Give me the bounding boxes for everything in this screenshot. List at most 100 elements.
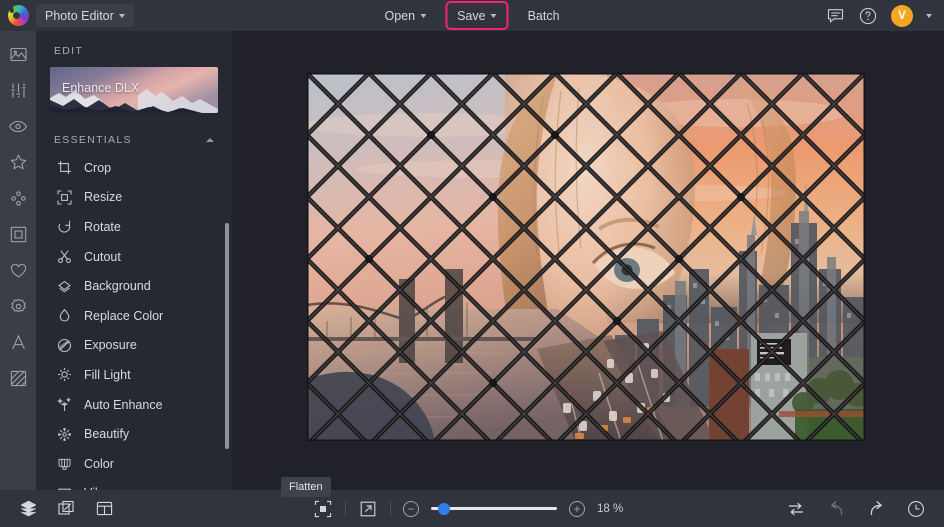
photo-editor-app: Photo Editor Open Save Batch V EDIT Enha… <box>0 0 944 527</box>
top-bar-right-actions: V <box>825 4 944 27</box>
bottom-bar: − + 18 % <box>0 490 944 527</box>
zoom-controls: − + 18 % <box>313 499 631 519</box>
rail-item-text[interactable] <box>7 331 29 353</box>
question-mark-icon[interactable] <box>858 6 878 26</box>
bottom-left-tools <box>0 499 114 519</box>
flatten-icon[interactable] <box>56 499 76 519</box>
chevron-down-icon <box>420 14 427 18</box>
rotate-icon <box>56 219 72 235</box>
sidebar-item-label: Color <box>84 456 114 471</box>
edit-sidebar: EDIT Enhance DLX ESSENTIALS Crop Resize … <box>36 31 232 490</box>
sidebar-scrollbar-thumb[interactable] <box>225 223 229 449</box>
sidebar-title: EDIT <box>54 45 84 57</box>
zoom-value: 18 % <box>597 502 624 515</box>
sidebar-item-label: Fill Light <box>84 367 131 382</box>
panel-grid-icon[interactable] <box>94 499 114 519</box>
promo-label: Enhance DLX <box>62 81 140 95</box>
top-bar: Photo Editor Open Save Batch V <box>0 0 944 31</box>
fill-light-icon <box>56 367 72 383</box>
avatar[interactable]: V <box>891 4 913 27</box>
sidebar-item-label: Cutout <box>84 249 121 264</box>
batch-button[interactable]: Batch <box>519 4 569 27</box>
open-button[interactable]: Open <box>375 4 435 27</box>
sidebar-item-resize[interactable]: Resize <box>36 183 232 213</box>
sidebar-item-label: Exposure <box>84 338 137 353</box>
sidebar-item-label: Crop <box>84 160 112 175</box>
save-label: Save <box>457 8 486 23</box>
product-menu-label: Photo Editor <box>45 8 114 23</box>
color-wheel-logo-icon <box>7 5 29 26</box>
zoom-out-button[interactable]: − <box>403 500 419 517</box>
sidebar-item-cutout[interactable]: Cutout <box>36 242 232 272</box>
layers-diamond-icon <box>56 278 72 294</box>
promo-card-enhance-dlx[interactable]: Enhance DLX <box>50 67 218 113</box>
undo-arrow-icon[interactable] <box>826 499 846 519</box>
zoom-slider[interactable] <box>431 502 557 515</box>
clock-history-icon[interactable] <box>906 499 926 519</box>
rail-item-stickers[interactable] <box>7 295 29 317</box>
sidebar-item-replace-color[interactable]: Replace Color <box>36 301 232 331</box>
beautify-flower-icon <box>56 426 72 442</box>
rail-item-retouch[interactable] <box>7 115 29 137</box>
rail-item-photo[interactable] <box>7 43 29 65</box>
rail-item-effects[interactable] <box>7 151 29 173</box>
layers-stack-icon[interactable] <box>18 499 38 519</box>
history-controls <box>786 499 944 519</box>
zoom-slider-handle[interactable] <box>438 502 450 515</box>
compare-swap-icon[interactable] <box>786 499 806 519</box>
section-label: ESSENTIALS <box>54 134 132 146</box>
batch-label: Batch <box>527 8 560 23</box>
resize-icon <box>56 189 72 205</box>
sidebar-item-label: Replace Color <box>84 308 164 323</box>
sidebar-item-label: Beautify <box>84 427 130 442</box>
zoom-in-button[interactable]: + <box>569 500 585 517</box>
sidebar-item-fill-light[interactable]: Fill Light <box>36 360 232 390</box>
sidebar-item-beautify[interactable]: Beautify <box>36 419 232 449</box>
avatar-initial: V <box>898 9 906 22</box>
promo-card-wrap: Enhance DLX <box>36 67 232 113</box>
sidebar-item-label: Resize <box>84 190 123 205</box>
double-exposure-composite-image <box>307 73 865 441</box>
sidebar-item-color[interactable]: Color <box>36 449 232 479</box>
sidebar-item-background[interactable]: Background <box>36 271 232 301</box>
expand-arrow-icon[interactable] <box>358 499 378 519</box>
chevron-down-icon <box>118 14 125 18</box>
rail-item-favorites[interactable] <box>7 259 29 281</box>
tool-rail <box>0 31 36 490</box>
divider <box>390 501 391 516</box>
color-palette-icon <box>56 456 72 472</box>
zoom-out-label: − <box>407 501 415 516</box>
sidebar-item-vibrance[interactable]: Vibrance <box>36 479 232 490</box>
scissors-icon <box>56 249 72 265</box>
redo-arrow-icon[interactable] <box>866 499 886 519</box>
open-label: Open <box>384 8 416 23</box>
sidebar-item-crop[interactable]: Crop <box>36 153 232 183</box>
save-button[interactable]: Save <box>445 1 509 30</box>
chevron-down-icon <box>490 14 497 18</box>
editor-canvas[interactable] <box>232 31 944 490</box>
sidebar-item-label: Rotate <box>84 219 121 234</box>
sidebar-scroll-area: ESSENTIALS Crop Resize Rotate Cutout Bac… <box>36 127 232 490</box>
rail-item-adjust[interactable] <box>7 79 29 101</box>
chevron-up-icon[interactable] <box>206 138 214 142</box>
app-logo[interactable] <box>0 5 36 26</box>
sidebar-item-label: Background <box>84 279 151 294</box>
sidebar-item-rotate[interactable]: Rotate <box>36 212 232 242</box>
sidebar-item-exposure[interactable]: Exposure <box>36 331 232 361</box>
canvas-photo[interactable] <box>307 73 865 441</box>
fit-screen-icon[interactable] <box>313 499 333 519</box>
account-chevron-down-icon[interactable] <box>926 14 932 18</box>
sidebar-item-auto-enhance[interactable]: Auto Enhance <box>36 390 232 420</box>
app-body: EDIT Enhance DLX ESSENTIALS Crop Resize … <box>0 31 944 490</box>
chat-bubble-icon[interactable] <box>825 6 845 26</box>
divider <box>345 501 346 516</box>
rail-item-frames[interactable] <box>7 223 29 245</box>
zoom-in-label: + <box>573 501 581 516</box>
section-header-essentials[interactable]: ESSENTIALS <box>36 127 232 153</box>
product-menu-button[interactable]: Photo Editor <box>36 4 134 27</box>
exposure-icon <box>56 337 72 353</box>
droplet-icon <box>56 308 72 324</box>
sidebar-item-label: Auto Enhance <box>84 397 163 412</box>
rail-item-overlays[interactable] <box>7 187 29 209</box>
rail-item-textures[interactable] <box>7 367 29 389</box>
